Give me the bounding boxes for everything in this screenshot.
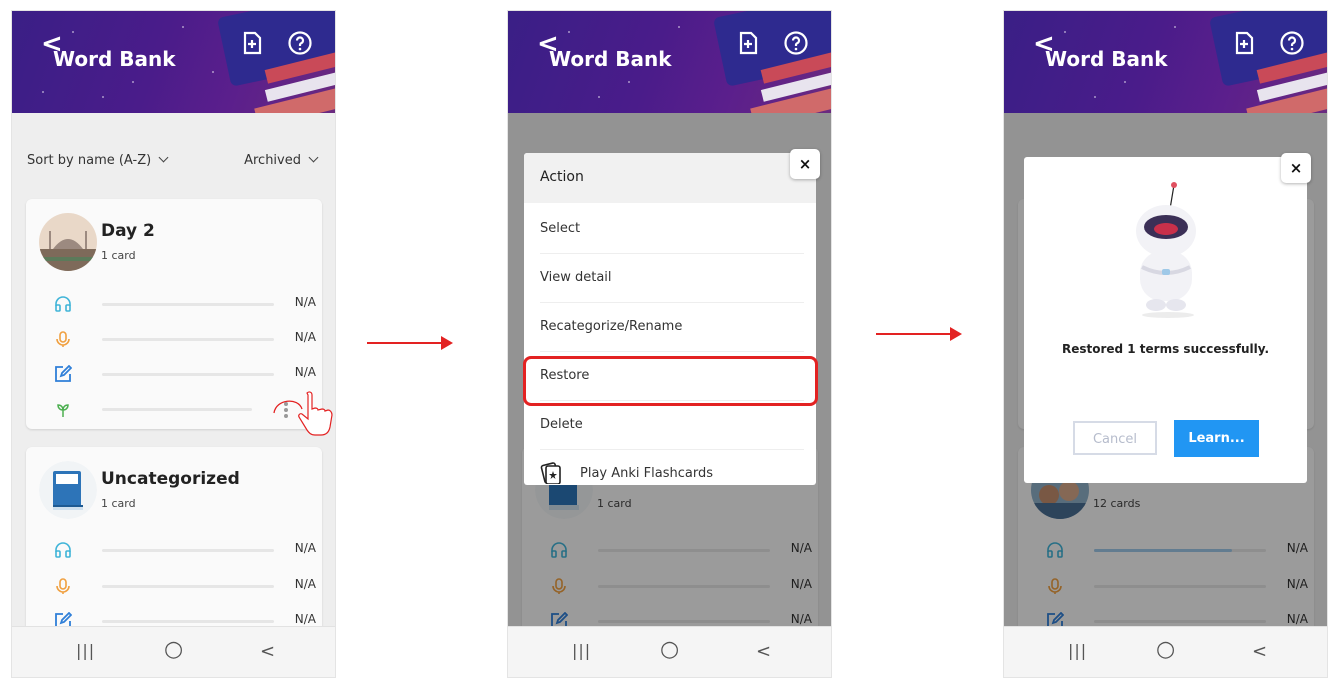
flow-arrow — [367, 336, 453, 350]
system-back-button[interactable]: < — [260, 641, 275, 662]
page-title: Word Bank — [53, 47, 176, 71]
system-back-button[interactable]: < — [1252, 641, 1267, 662]
success-dialog: Restored 1 terms successfully. Cancel Le… — [1024, 157, 1307, 483]
sort-dropdown[interactable]: Sort by name (A-Z) — [27, 152, 169, 168]
header: < Word Bank — [12, 11, 335, 113]
action-menu-title: Action — [540, 169, 584, 185]
add-file-icon[interactable] — [1232, 31, 1256, 55]
stat-value: N/A — [294, 541, 316, 555]
anki-icon — [540, 462, 561, 484]
dialog-message: Restored 1 terms successfully. — [1061, 342, 1270, 356]
sprout-icon — [57, 404, 69, 417]
headphones-icon — [55, 296, 71, 312]
card-count: 1 card — [101, 249, 136, 262]
highlight-box — [523, 356, 818, 406]
help-icon[interactable] — [288, 31, 312, 55]
action-menu: Action Select View detail Recategorize/R… — [524, 153, 816, 485]
chevron-down-icon — [158, 152, 169, 163]
card-thumbnail — [39, 461, 97, 519]
chevron-down-icon — [308, 152, 319, 163]
action-menu-header: Action — [524, 153, 816, 203]
add-file-icon[interactable] — [240, 31, 264, 55]
menu-item-recategorize[interactable]: Recategorize/Rename — [540, 303, 804, 352]
recents-button[interactable]: ||| — [572, 641, 591, 660]
recents-button[interactable]: ||| — [1068, 641, 1087, 660]
edit-icon — [55, 365, 72, 382]
headphones-icon — [55, 542, 71, 558]
system-back-button[interactable]: < — [756, 641, 771, 662]
flow-arrow — [876, 327, 962, 341]
writing-stat: N/A — [54, 365, 316, 383]
learn-button[interactable]: Learn... — [1174, 420, 1259, 457]
system-nav-bar: ||| ○ < — [12, 626, 335, 677]
filter-dropdown[interactable]: Archived — [244, 152, 319, 168]
system-nav-bar: ||| ○ < — [1004, 626, 1327, 677]
cancel-button[interactable]: Cancel — [1073, 421, 1157, 455]
speaking-stat: N/A — [54, 577, 316, 595]
microphone-icon — [56, 331, 70, 347]
home-button[interactable]: ○ — [660, 637, 679, 662]
menu-item-label: Play Anki Flashcards — [580, 466, 713, 481]
card-title: Uncategorized — [101, 469, 240, 489]
system-nav-bar: ||| ○ < — [508, 626, 831, 677]
help-icon[interactable] — [1280, 31, 1304, 55]
stat-value: N/A — [294, 612, 316, 626]
filter-label: Archived — [244, 153, 301, 168]
mascot-illustration — [1136, 182, 1196, 318]
home-button[interactable]: ○ — [164, 637, 183, 662]
menu-item-view-detail[interactable]: View detail — [540, 254, 804, 303]
listening-stat: N/A — [54, 541, 316, 559]
screen-word-bank-list: < Word Bank Sort by name (A-Z) Archived … — [11, 10, 336, 678]
speaking-stat: N/A — [54, 330, 316, 348]
screen-action-menu: < Word Bank 1 card N/A N/A N/A Action Se… — [507, 10, 832, 678]
menu-item-play-anki[interactable]: Play Anki Flashcards — [540, 450, 804, 485]
tap-hand-icon — [298, 391, 333, 436]
close-button[interactable]: × — [790, 149, 820, 179]
sort-label: Sort by name (A-Z) — [27, 153, 152, 168]
stat-value: N/A — [294, 577, 316, 591]
recents-button[interactable]: ||| — [76, 641, 95, 660]
menu-item-select[interactable]: Select — [540, 205, 804, 254]
category-card[interactable]: Day 2 1 card N/A N/A N/A — [26, 199, 322, 429]
category-card[interactable]: Uncategorized 1 card N/A N/A N/A — [26, 447, 322, 629]
card-title: Day 2 — [101, 221, 155, 241]
listening-stat: N/A — [54, 295, 316, 313]
close-button[interactable]: × — [1281, 153, 1311, 183]
card-count: 1 card — [101, 497, 136, 510]
list-content: Sort by name (A-Z) Archived Day 2 1 card… — [12, 113, 335, 629]
menu-item-delete[interactable]: Delete — [540, 401, 804, 450]
header: < Word Bank — [1004, 11, 1327, 113]
stat-value: N/A — [294, 295, 316, 309]
stat-value: N/A — [294, 365, 316, 379]
page-title: Word Bank — [549, 47, 672, 71]
card-thumbnail — [39, 213, 97, 271]
page-title: Word Bank — [1045, 47, 1168, 71]
screen-restore-success: < Word Bank 12 cards N/A N/A N/A Restore… — [1003, 10, 1328, 678]
add-file-icon[interactable] — [736, 31, 760, 55]
stat-value: N/A — [294, 330, 316, 344]
home-button[interactable]: ○ — [1156, 637, 1175, 662]
microphone-icon — [56, 578, 70, 594]
help-icon[interactable] — [784, 31, 808, 55]
header: < Word Bank — [508, 11, 831, 113]
